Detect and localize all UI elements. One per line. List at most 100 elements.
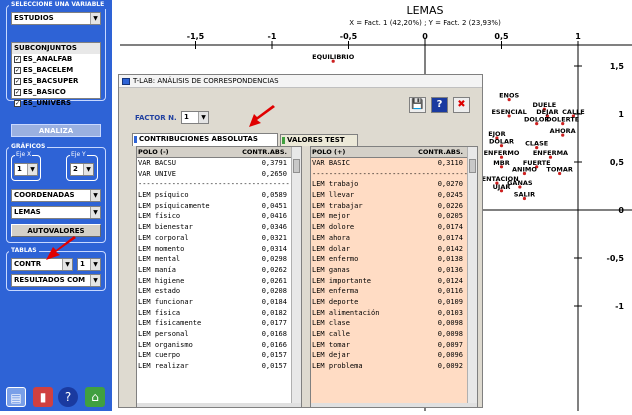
- table-row[interactable]: LEM físico 0,0416: [137, 211, 301, 222]
- subset-item[interactable]: ✓ ES_BASICO: [12, 87, 100, 98]
- coordenadas-select[interactable]: COORDENADAS ▼: [11, 189, 101, 202]
- window-titlebar: T-LAB: ANÁLISIS DE CORRESPONDENCIAS: [119, 75, 482, 88]
- table-row[interactable]: LEM dolar 0,0142: [311, 244, 477, 255]
- table-row[interactable]: VAR UNIVE 0,2650: [137, 169, 301, 180]
- table-row[interactable]: LEM cuerpo 0,0157: [137, 350, 301, 361]
- table-row[interactable]: LEM organismo 0,0166: [137, 340, 301, 351]
- subsets-list[interactable]: SUBCONJUNTOS ✓ ES_ANALFAB ✓ ES_BACELEM ✓ ES_B…: [11, 42, 101, 107]
- table-row[interactable]: LEM enferma 0,0116: [311, 286, 477, 297]
- home-icon[interactable]: ⌂: [85, 387, 105, 407]
- table-row[interactable]: VAR BACSU 0,3791: [137, 158, 301, 169]
- table-row[interactable]: LEM alimentación 0,0103: [311, 308, 477, 319]
- checkbox-icon[interactable]: ✓: [14, 89, 21, 96]
- table-row[interactable]: LEM realizar 0,0157: [137, 361, 301, 372]
- checkbox-icon[interactable]: ✓: [14, 78, 21, 85]
- checkbox-icon[interactable]: ✓: [14, 56, 21, 63]
- table-row[interactable]: LEM dolore 0,0174: [311, 222, 477, 233]
- table-row[interactable]: LEM llevar 0,0245: [311, 190, 477, 201]
- tablas-factor-select[interactable]: 1 ▼: [77, 258, 101, 271]
- left-table-hscrollbar[interactable]: [137, 403, 301, 407]
- table-row[interactable]: LEM personal 0,0168: [137, 329, 301, 340]
- tab-contribuciones[interactable]: CONTRIBUCIONES ABSOLUTAS: [132, 133, 278, 146]
- table-row[interactable]: LEM mental 0,0298: [137, 254, 301, 265]
- scroll-thumb[interactable]: [469, 159, 476, 173]
- row-value: 0,3791: [261, 159, 287, 167]
- subset-item[interactable]: ✓ ES_ANALFAB: [12, 54, 100, 65]
- resultados-select[interactable]: RESULTADOS COM ▼: [11, 274, 101, 287]
- table-row[interactable]: LEM mejor 0,0205: [311, 211, 477, 222]
- table-row[interactable]: LEM ahora 0,0174: [311, 233, 477, 244]
- row-value: 0,0208: [261, 287, 287, 296]
- table-row[interactable]: LEM deporte 0,0109: [311, 297, 477, 308]
- table-row[interactable]: LEM clase 0,0098: [311, 318, 477, 329]
- analiza-button[interactable]: ANALIZA: [11, 124, 101, 137]
- bar-chart-icon[interactable]: ▮: [33, 387, 53, 407]
- x-tick-label: 0,5: [494, 32, 509, 41]
- help-icon[interactable]: ?: [58, 387, 78, 407]
- row-lemma: ----------------------------------------…: [138, 180, 302, 189]
- point-label: TOMAR: [546, 166, 572, 174]
- row-value: 0,0097: [437, 340, 463, 349]
- table-row[interactable]: LEM ganas 0,0136: [311, 265, 477, 276]
- subset-item[interactable]: ✓ ES_BACELEM: [12, 65, 100, 76]
- table-row[interactable]: LEM importante 0,0124: [311, 276, 477, 287]
- tab-valores-test[interactable]: VALORES TEST: [280, 134, 358, 146]
- table-row[interactable]: LEM física 0,0182: [137, 308, 301, 319]
- table-row[interactable]: LEM tomar 0,0097: [311, 340, 477, 351]
- table-row[interactable]: LEM higiene 0,0261: [137, 276, 301, 287]
- factor-select[interactable]: 1 ▼: [181, 111, 209, 124]
- save-icon[interactable]: 💾: [409, 97, 426, 113]
- table-row[interactable]: LEM bienestar 0,0346: [137, 222, 301, 233]
- table-row[interactable]: LEM dejar 0,0096: [311, 350, 477, 361]
- row-lemma: LEM dolar: [312, 244, 350, 253]
- row-value: 0,0226: [437, 201, 463, 210]
- right-table-hscrollbar[interactable]: [311, 403, 477, 407]
- row-value: 0,0177: [261, 319, 287, 328]
- right-table[interactable]: POLO (+) CONTR.ABS. VAR BASIC 0,3110 -----…: [310, 146, 478, 408]
- table-row[interactable]: LEM físicamente 0,0177: [137, 318, 301, 329]
- table-row[interactable]: ----------------------------------------…: [311, 169, 477, 180]
- lemas-select[interactable]: LEMAS ▼: [11, 206, 101, 219]
- close-icon[interactable]: ✖: [453, 97, 470, 113]
- table-row[interactable]: LEM calle 0,0098: [311, 329, 477, 340]
- eje-x-select[interactable]: 1 ▼: [14, 163, 38, 176]
- save-document-icon[interactable]: ▤: [6, 387, 26, 407]
- table-row[interactable]: LEM psíquico 0,0589: [137, 190, 301, 201]
- tab-marker: [134, 136, 137, 143]
- table-row[interactable]: LEM momento 0,0314: [137, 244, 301, 255]
- table-row[interactable]: ----------------------------------------…: [137, 179, 301, 190]
- table-row[interactable]: LEM enfermo 0,0138: [311, 254, 477, 265]
- row-lemma: LEM bienestar: [138, 223, 193, 232]
- table-row[interactable]: VAR BASIC 0,3110: [311, 158, 477, 169]
- row-value: 0,0174: [437, 223, 463, 232]
- variable-select[interactable]: ESTUDIOS ▼: [11, 12, 101, 25]
- window-title: T-LAB: ANÁLISIS DE CORRESPONDENCIAS: [133, 77, 279, 85]
- left-table-scrollbar[interactable]: [291, 147, 301, 407]
- table-row[interactable]: LEM trabajar 0,0226: [311, 201, 477, 212]
- table-row[interactable]: LEM trabajo 0,0270: [311, 179, 477, 190]
- table-row[interactable]: LEM estado 0,0208: [137, 286, 301, 297]
- chart-subtitle: X = Fact. 1 (42,20%) ; Y = Fact. 2 (23,9…: [349, 19, 501, 27]
- checkbox-icon[interactable]: ✓: [14, 100, 21, 107]
- subset-item[interactable]: ✓ ES_UNIVERS: [12, 98, 100, 109]
- point-label: SALIR: [514, 190, 535, 198]
- table-row[interactable]: LEM corporal 0,0321: [137, 233, 301, 244]
- row-value: 0,0451: [261, 201, 287, 210]
- row-lemma: LEM deporte: [312, 297, 359, 306]
- left-table[interactable]: POLO (-) CONTR.ABS. VAR BACSU 0,3791 VAR U…: [136, 146, 302, 408]
- tab-contribuciones-label: CONTRIBUCIONES ABSOLUTAS: [139, 135, 258, 143]
- table-row[interactable]: LEM problema 0,0092: [311, 361, 477, 372]
- row-value: 0,0205: [437, 212, 463, 221]
- row-value: 0,0261: [261, 276, 287, 285]
- table-row[interactable]: LEM psíquicamente 0,0451: [137, 201, 301, 212]
- eje-y-select[interactable]: 2 ▼: [70, 163, 94, 176]
- right-table-scrollbar[interactable]: [467, 147, 477, 407]
- subset-item[interactable]: ✓ ES_BACSUPER: [12, 76, 100, 87]
- table-row[interactable]: LEM manía 0,0262: [137, 265, 301, 276]
- row-lemma: LEM estado: [138, 287, 181, 296]
- checkbox-icon[interactable]: ✓: [14, 67, 21, 74]
- point-label: ENOS: [499, 92, 519, 100]
- table-row[interactable]: LEM funcionar 0,0184: [137, 297, 301, 308]
- help-icon[interactable]: ?: [431, 97, 448, 113]
- scroll-thumb[interactable]: [293, 159, 300, 173]
